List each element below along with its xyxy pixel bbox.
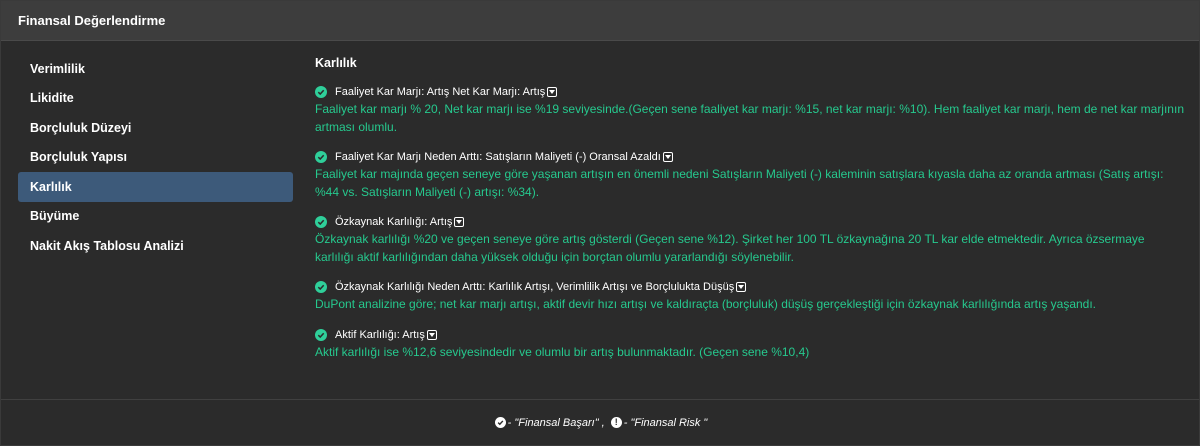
item-description: Faaliyet kar majında geçen seneye göre y… xyxy=(315,167,1164,199)
legend-success-label: - "Finansal Başarı" , xyxy=(507,416,605,429)
item-heading: Faaliyet Kar Marjı: Artış Net Kar Marjı:… xyxy=(335,86,546,98)
caret-down-icon[interactable] xyxy=(662,152,673,162)
caret-down-icon[interactable] xyxy=(426,329,437,340)
check-circle-icon xyxy=(315,86,327,98)
sidebar-item-nakit-akis[interactable]: Nakit Akış Tablosu Analizi xyxy=(18,231,293,261)
item-header: Faaliyet Kar Marjı: Artış Net Kar Marjı:… xyxy=(315,84,1185,100)
sidebar-item-buyume[interactable]: Büyüme xyxy=(18,202,293,232)
item-header: Özkaynak Karlılığı: Artış xyxy=(315,214,1185,230)
item-header: Aktif Karlılığı: Artış xyxy=(315,327,1185,343)
check-circle-icon xyxy=(494,417,506,428)
item-heading: Aktif Karlılığı: Artış xyxy=(335,328,425,341)
analysis-item: Faaliyet Kar Marjı: Artış Net Kar Marjı:… xyxy=(315,84,1185,136)
sidebar-item-borcluluk-duzeyi[interactable]: Borçluluk Düzeyi xyxy=(18,113,293,143)
analysis-item: Faaliyet Kar Marjı Neden Arttı: Satışlar… xyxy=(315,149,1185,201)
section-title: Karlılık xyxy=(315,56,357,70)
analysis-item: Özkaynak Karlılığı: Artış Özkaynak karlı… xyxy=(315,214,1185,266)
item-header: Özkaynak Karlılığı Neden Arttı: Karlılık… xyxy=(315,279,1185,295)
check-circle-icon xyxy=(315,328,327,341)
check-circle-icon xyxy=(315,151,327,163)
item-description: Özkaynak karlılığı %20 ve geçen seneye g… xyxy=(315,232,1145,264)
sidebar-item-likidite[interactable]: Likidite xyxy=(18,84,293,114)
analysis-item: Özkaynak Karlılığı Neden Arttı: Karlılık… xyxy=(315,279,1185,314)
item-description: DuPont analizine göre; net kar marjı art… xyxy=(315,297,1097,311)
exclamation-circle-icon: ! xyxy=(610,417,622,428)
caret-down-icon[interactable] xyxy=(736,282,747,292)
check-circle-icon xyxy=(315,216,327,228)
sidebar-item-borcluluk-yapisi[interactable]: Borçluluk Yapısı xyxy=(18,143,293,173)
check-circle-icon xyxy=(315,281,327,293)
legend-risk-label: - "Finansal Risk " xyxy=(623,416,708,429)
item-description: Aktif karlılığı ise %12,6 seviyesindedir… xyxy=(315,344,810,359)
item-description: Faaliyet kar marjı % 20, Net kar marjı i… xyxy=(315,102,1184,134)
content-area: Karlılık Faaliyet Kar Marjı: Artış Net K… xyxy=(315,54,1185,374)
legend-footer: - "Finansal Başarı" , ! - "Finansal Risk… xyxy=(1,399,1199,445)
panel-title: Finansal Değerlendirme xyxy=(18,13,166,28)
item-heading: Özkaynak Karlılığı Neden Arttı: Karlılık… xyxy=(335,281,735,293)
sidebar-item-verimlilik[interactable]: Verimlilik xyxy=(18,54,293,84)
sidebar: Verimlilik Likidite Borçluluk Düzeyi Bor… xyxy=(18,54,293,261)
panel-header: Finansal Değerlendirme xyxy=(1,1,1199,41)
analysis-item: Aktif Karlılığı: Artış Aktif karlılığı i… xyxy=(315,327,1185,362)
caret-down-icon[interactable] xyxy=(454,217,465,227)
item-heading: Özkaynak Karlılığı: Artış xyxy=(335,216,453,228)
item-heading: Faaliyet Kar Marjı Neden Arttı: Satışlar… xyxy=(335,151,661,163)
caret-down-icon[interactable] xyxy=(547,87,558,97)
sidebar-item-karlilik[interactable]: Karlılık xyxy=(18,172,293,202)
financial-evaluation-panel: Finansal Değerlendirme Verimlilik Likidi… xyxy=(0,0,1200,446)
item-header: Faaliyet Kar Marjı Neden Arttı: Satışlar… xyxy=(315,149,1185,165)
